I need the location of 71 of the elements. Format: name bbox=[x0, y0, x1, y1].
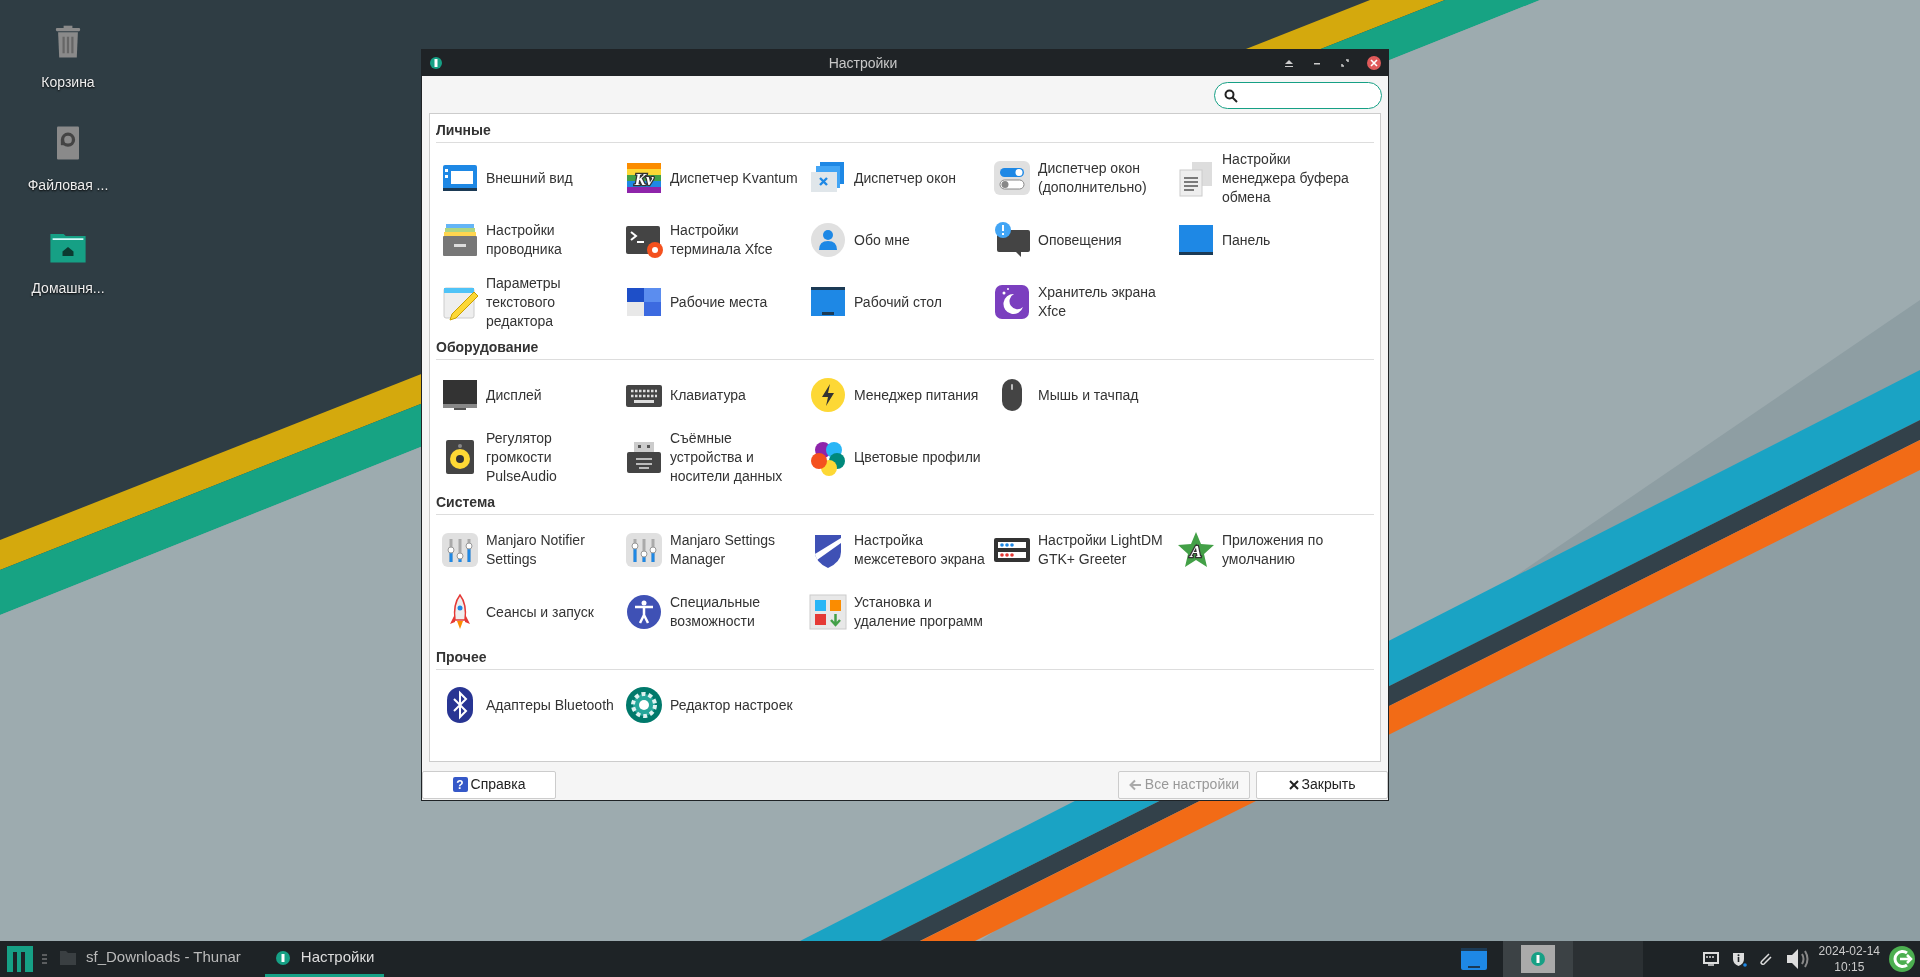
app-grid-icon bbox=[808, 592, 848, 632]
back-arrow-icon bbox=[1128, 778, 1142, 791]
settings-item-link[interactable]: Установка и удаление программ bbox=[854, 593, 988, 631]
desktop-icon[interactable] bbox=[1460, 948, 1487, 970]
settings-item-link[interactable]: Manjaro Settings Manager bbox=[670, 531, 804, 569]
settings-item-link[interactable]: Менеджер питания bbox=[854, 385, 979, 405]
settings-item-link[interactable]: Диспетчер окон (дополнительно) bbox=[1038, 159, 1172, 197]
clock-time[interactable]: 10:15 bbox=[1834, 959, 1865, 975]
sliders-icon bbox=[624, 530, 664, 570]
settings-item-link[interactable]: Панель bbox=[1222, 230, 1271, 250]
clock-date[interactable]: 2024-02-14 bbox=[1818, 943, 1880, 959]
taskbar-task[interactable]: sf_Downloads - Thunar bbox=[50, 941, 251, 977]
accessibility-icon bbox=[624, 592, 664, 632]
settings-item-link[interactable]: Внешний вид bbox=[486, 168, 573, 188]
help-icon: ? bbox=[452, 777, 468, 792]
toggles-icon bbox=[992, 158, 1032, 198]
settings-item-link[interactable]: Оповещения bbox=[1038, 230, 1122, 250]
settings-item-link[interactable]: Настройки терминала Xfce bbox=[670, 221, 804, 259]
close-button[interactable]: Закрыть bbox=[1256, 770, 1388, 799]
menu-logo-icon[interactable] bbox=[6, 945, 34, 973]
speaker-icon[interactable] bbox=[1784, 947, 1811, 971]
section-heading: Оборудование bbox=[436, 333, 1374, 360]
section-heading: Система bbox=[436, 488, 1374, 515]
network-icon[interactable] bbox=[1702, 952, 1719, 966]
settings-item-link[interactable]: Диспетчер Kvantum bbox=[670, 168, 798, 188]
settings-item-link[interactable]: Специальные возможности bbox=[670, 593, 804, 631]
settings-item-link[interactable]: Съёмные устройства и носители данных bbox=[670, 428, 804, 486]
settings-item-link[interactable]: Дисплей bbox=[486, 385, 542, 405]
logout-icon[interactable] bbox=[1888, 945, 1916, 973]
settings-item-link[interactable]: Регулятор громкости PulseAudio bbox=[486, 428, 620, 486]
person-icon bbox=[808, 220, 848, 260]
taskbar-task[interactable]: Настройки bbox=[264, 941, 385, 977]
folder-icon bbox=[60, 950, 76, 965]
desktop-icon-label[interactable]: Файловая ... bbox=[27, 175, 109, 196]
settings-item-link[interactable]: Рабочий стол bbox=[854, 292, 942, 312]
settings-item-link[interactable]: Настройки менеджера буфера обмена bbox=[1222, 149, 1356, 207]
settings-item-link[interactable]: Диспетчер окон bbox=[854, 168, 956, 188]
maximize-icon[interactable] bbox=[1338, 56, 1352, 70]
search-field[interactable] bbox=[1214, 82, 1382, 109]
grip-icon bbox=[42, 953, 48, 965]
shield-info-icon[interactable] bbox=[1730, 951, 1747, 967]
settings-item-link[interactable]: Настройки LightDM GTK+ Greeter bbox=[1038, 531, 1172, 569]
desktop-icon-label[interactable]: Домашня... bbox=[31, 278, 105, 299]
section-heading: Личные bbox=[436, 116, 1374, 143]
settings-item-link[interactable]: Хранитель экрана Xfce bbox=[1038, 283, 1172, 321]
window-title: Настройки bbox=[827, 53, 899, 73]
settings-item-link[interactable]: Редактор настроек bbox=[670, 695, 793, 715]
search-icon bbox=[1224, 88, 1238, 103]
settings-item-link[interactable]: Цветовые профили bbox=[854, 447, 981, 467]
settings-item-link[interactable]: Manjaro Notifier Settings bbox=[486, 531, 620, 569]
lightning-icon bbox=[808, 375, 848, 415]
settings-item-link[interactable]: Адаптеры Bluetooth bbox=[486, 695, 614, 715]
settings-item-link[interactable]: Обо мне bbox=[854, 230, 910, 250]
section-heading: Прочее bbox=[436, 643, 1374, 670]
settings-item-link[interactable]: Клавиатура bbox=[670, 385, 746, 405]
settings-item-link[interactable]: Мышь и тачпад bbox=[1038, 385, 1139, 405]
desktop-icon-label[interactable]: Корзина bbox=[41, 72, 95, 93]
moon-icon bbox=[992, 282, 1032, 322]
settings-item-link[interactable]: Настройка межсетевого экрана bbox=[854, 531, 988, 569]
star-icon: A bbox=[1176, 530, 1216, 570]
settings-item-link[interactable]: Настройки проводника bbox=[486, 221, 620, 259]
settings-item-link[interactable]: Параметры текстового редактора bbox=[486, 273, 620, 331]
close-icon[interactable] bbox=[1366, 55, 1382, 71]
settings-item-link[interactable]: Приложения по умолчанию bbox=[1222, 531, 1356, 569]
window-thumbnail-icon bbox=[1520, 945, 1555, 973]
help-button[interactable]: ? Справка bbox=[422, 770, 556, 799]
settings-item-link[interactable]: Рабочие места bbox=[670, 292, 768, 312]
sliders-icon bbox=[440, 530, 480, 570]
workspace-button[interactable] bbox=[1502, 941, 1573, 977]
settings-item-link[interactable]: Сеансы и запуск bbox=[486, 602, 594, 622]
close-icon bbox=[1288, 779, 1299, 790]
